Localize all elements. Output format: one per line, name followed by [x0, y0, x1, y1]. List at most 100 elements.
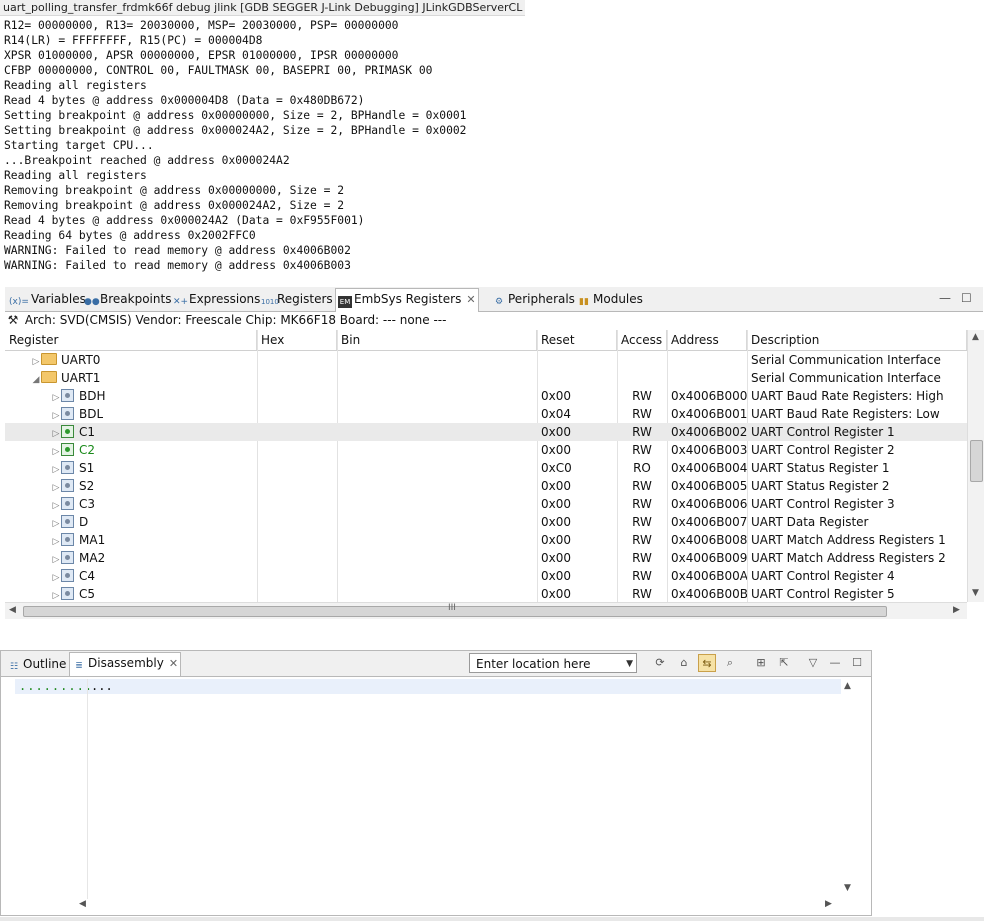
collapsed-arrow-icon[interactable]: ▷	[51, 479, 61, 495]
register-row[interactable]: ▷ BDL 0x04 RW 0x4006B001 UART Baud Rate Regis…	[5, 405, 967, 423]
disassembly-body[interactable]: ......... ...	[15, 679, 841, 897]
collapsed-arrow-icon[interactable]: ▷	[51, 497, 61, 513]
current-instruction-line[interactable]: ......... ...	[15, 679, 841, 694]
scroll-left-icon[interactable]: ◀	[9, 605, 16, 615]
reset-cell: 0x00	[541, 533, 572, 547]
register-icon	[61, 587, 74, 600]
description-cell: UART Status Register 1	[751, 461, 890, 475]
console-line: XPSR 01000000, APSR 00000000, EPSR 01000…	[4, 49, 399, 62]
scroll-right-icon[interactable]: ▶	[825, 899, 832, 909]
refresh-icon[interactable]: ⟳	[651, 654, 669, 672]
register-row[interactable]: ▷ S1 0xC0 RO 0x4006B004 UART Status Register …	[5, 459, 967, 477]
column-header-reset[interactable]: Reset	[537, 330, 617, 350]
vertical-scroll-thumb[interactable]	[970, 440, 983, 482]
register-name-cell: ▷ D	[51, 513, 88, 531]
scroll-down-icon[interactable]: ▼	[972, 588, 979, 598]
disassembly-horizontal-scrollbar[interactable]: ◀ ▶	[15, 897, 841, 911]
modules-icon: ▮▮	[579, 297, 589, 307]
address-cell: 0x4006B006	[671, 497, 747, 511]
address-cell: 0x4006B00B	[671, 587, 747, 601]
register-table-header: Register Hex Bin Reset Access Address Descript…	[5, 330, 967, 351]
chip-config-icon[interactable]: ⚒	[5, 312, 21, 329]
minimize-icon[interactable]: —	[939, 291, 951, 305]
new-view-icon[interactable]: ⊞	[752, 654, 770, 672]
register-name: MA1	[79, 533, 106, 547]
disassembly-vertical-scrollbar[interactable]: ▲ ▼	[841, 679, 855, 897]
close-icon[interactable]: ✕	[169, 657, 178, 670]
address-cell: 0x4006B002	[671, 425, 747, 439]
location-input[interactable]: Enter location here ▼	[469, 653, 637, 673]
show-source-icon[interactable]: ⌕	[721, 654, 739, 672]
disassembly-tabbar: ☷ Outline ≣ Disassembly ✕ Enter location he…	[1, 651, 871, 677]
register-row[interactable]: ▷ D 0x00 RW 0x4006B007 UART Data Register	[5, 513, 967, 531]
register-row[interactable]: ▷ S2 0x00 RW 0x4006B005 UART Status Register …	[5, 477, 967, 495]
close-icon[interactable]: ✕	[466, 293, 475, 306]
reset-cell: 0x00	[541, 515, 572, 529]
register-row[interactable]: ▷ BDH 0x00 RW 0x4006B000 UART Baud Rate Regis…	[5, 387, 967, 405]
tab-breakpoints[interactable]: ●●Breakpoints	[82, 289, 173, 309]
peripheral-group-row[interactable]: ▷ UART0 Serial Communication Interface	[5, 351, 967, 369]
access-cell: RW	[632, 587, 652, 601]
column-header-description[interactable]: Description	[747, 330, 967, 350]
chevron-down-icon[interactable]: ▼	[626, 654, 633, 674]
scroll-right-icon[interactable]: ▶	[953, 605, 960, 615]
column-header-address[interactable]: Address	[667, 330, 747, 350]
tab-expressions[interactable]: ✕+Expressions	[171, 289, 262, 309]
collapsed-arrow-icon[interactable]: ▷	[31, 353, 41, 369]
access-cell: RW	[632, 479, 652, 493]
tab-modules[interactable]: ▮▮ Modules	[575, 289, 645, 309]
register-row[interactable]: ▷ MA2 0x00 RW 0x4006B009 UART Match Address R…	[5, 549, 967, 567]
scroll-up-icon[interactable]: ▲	[844, 681, 851, 691]
collapsed-arrow-icon[interactable]: ▷	[51, 587, 61, 601]
register-row[interactable]: ▷ C4 0x00 RW 0x4006B00A UART Control Register…	[5, 567, 967, 585]
collapsed-arrow-icon[interactable]: ▷	[51, 515, 61, 531]
address-cell: 0x4006B003	[671, 443, 747, 457]
collapsed-arrow-icon[interactable]: ▷	[51, 533, 61, 549]
expanded-arrow-icon[interactable]: ◢	[31, 371, 41, 387]
scroll-left-icon[interactable]: ◀	[79, 899, 86, 909]
home-icon[interactable]: ⌂	[675, 654, 693, 672]
collapsed-arrow-icon[interactable]: ▷	[51, 425, 61, 441]
tab-peripherals[interactable]: ⚙ Peripherals	[490, 289, 577, 309]
register-row[interactable]: ▷ C5 0x00 RW 0x4006B00B UART Control Register…	[5, 585, 967, 601]
column-header-access[interactable]: Access	[617, 330, 667, 350]
description-cell: Serial Communication Interface	[751, 371, 941, 385]
tab-outline[interactable]: ☷ Outline	[5, 654, 68, 674]
register-row[interactable]: ▷ MA1 0x00 RW 0x4006B008 UART Match Address R…	[5, 531, 967, 549]
register-name: S2	[79, 479, 95, 493]
collapsed-arrow-icon[interactable]: ▷	[51, 443, 61, 459]
collapsed-arrow-icon[interactable]: ▷	[51, 461, 61, 477]
maximize-icon[interactable]: ☐	[961, 291, 972, 305]
scroll-down-icon[interactable]: ▼	[844, 883, 851, 893]
tab-variables[interactable]: (x)= Variables	[7, 289, 88, 309]
address-cell: 0x4006B005	[671, 479, 747, 493]
maximize-icon[interactable]: ☐	[848, 654, 866, 672]
register-name-cell: ▷ C2	[51, 441, 95, 459]
pin-icon[interactable]: ⇱	[775, 654, 793, 672]
tab-disassembly[interactable]: ≣ Disassembly ✕	[69, 652, 182, 676]
peripheral-group-row[interactable]: ◢ UART1 Serial Communication Interface	[5, 369, 967, 387]
scroll-up-icon[interactable]: ▲	[972, 332, 979, 342]
register-row[interactable]: ▷ C1 0x00 RW 0x4006B002 UART Control Register…	[5, 423, 967, 441]
view-menu-icon[interactable]: ▽	[804, 654, 822, 672]
tab-registers[interactable]: 1010Registers	[259, 289, 335, 309]
collapsed-arrow-icon[interactable]: ▷	[51, 407, 61, 423]
vertical-scrollbar[interactable]: ▲ ▼	[967, 330, 984, 602]
column-header-bin[interactable]: Bin	[337, 330, 537, 350]
column-header-hex[interactable]: Hex	[257, 330, 337, 350]
console-line: Starting target CPU...	[4, 139, 154, 152]
horizontal-scrollbar[interactable]: ◀ III ▶	[5, 602, 967, 619]
horizontal-scroll-thumb[interactable]: III	[23, 603, 887, 617]
register-row[interactable]: ▷ C3 0x00 RW 0x4006B006 UART Control Register…	[5, 495, 967, 513]
collapsed-arrow-icon[interactable]: ▷	[51, 569, 61, 585]
column-header-register[interactable]: Register	[5, 330, 257, 350]
tab-embsys-registers[interactable]: EM EmbSys Registers ✕	[335, 288, 479, 312]
collapsed-arrow-icon[interactable]: ▷	[51, 389, 61, 405]
collapsed-arrow-icon[interactable]: ▷	[51, 551, 61, 567]
minimize-icon[interactable]: —	[826, 654, 844, 672]
link-with-debug-icon[interactable]: ⇆	[698, 654, 716, 672]
address-cell: 0x4006B001	[671, 407, 747, 421]
register-name: C5	[79, 587, 96, 601]
register-row[interactable]: ▷ C2 0x00 RW 0x4006B003 UART Control Register…	[5, 441, 967, 459]
register-icon	[61, 533, 74, 546]
